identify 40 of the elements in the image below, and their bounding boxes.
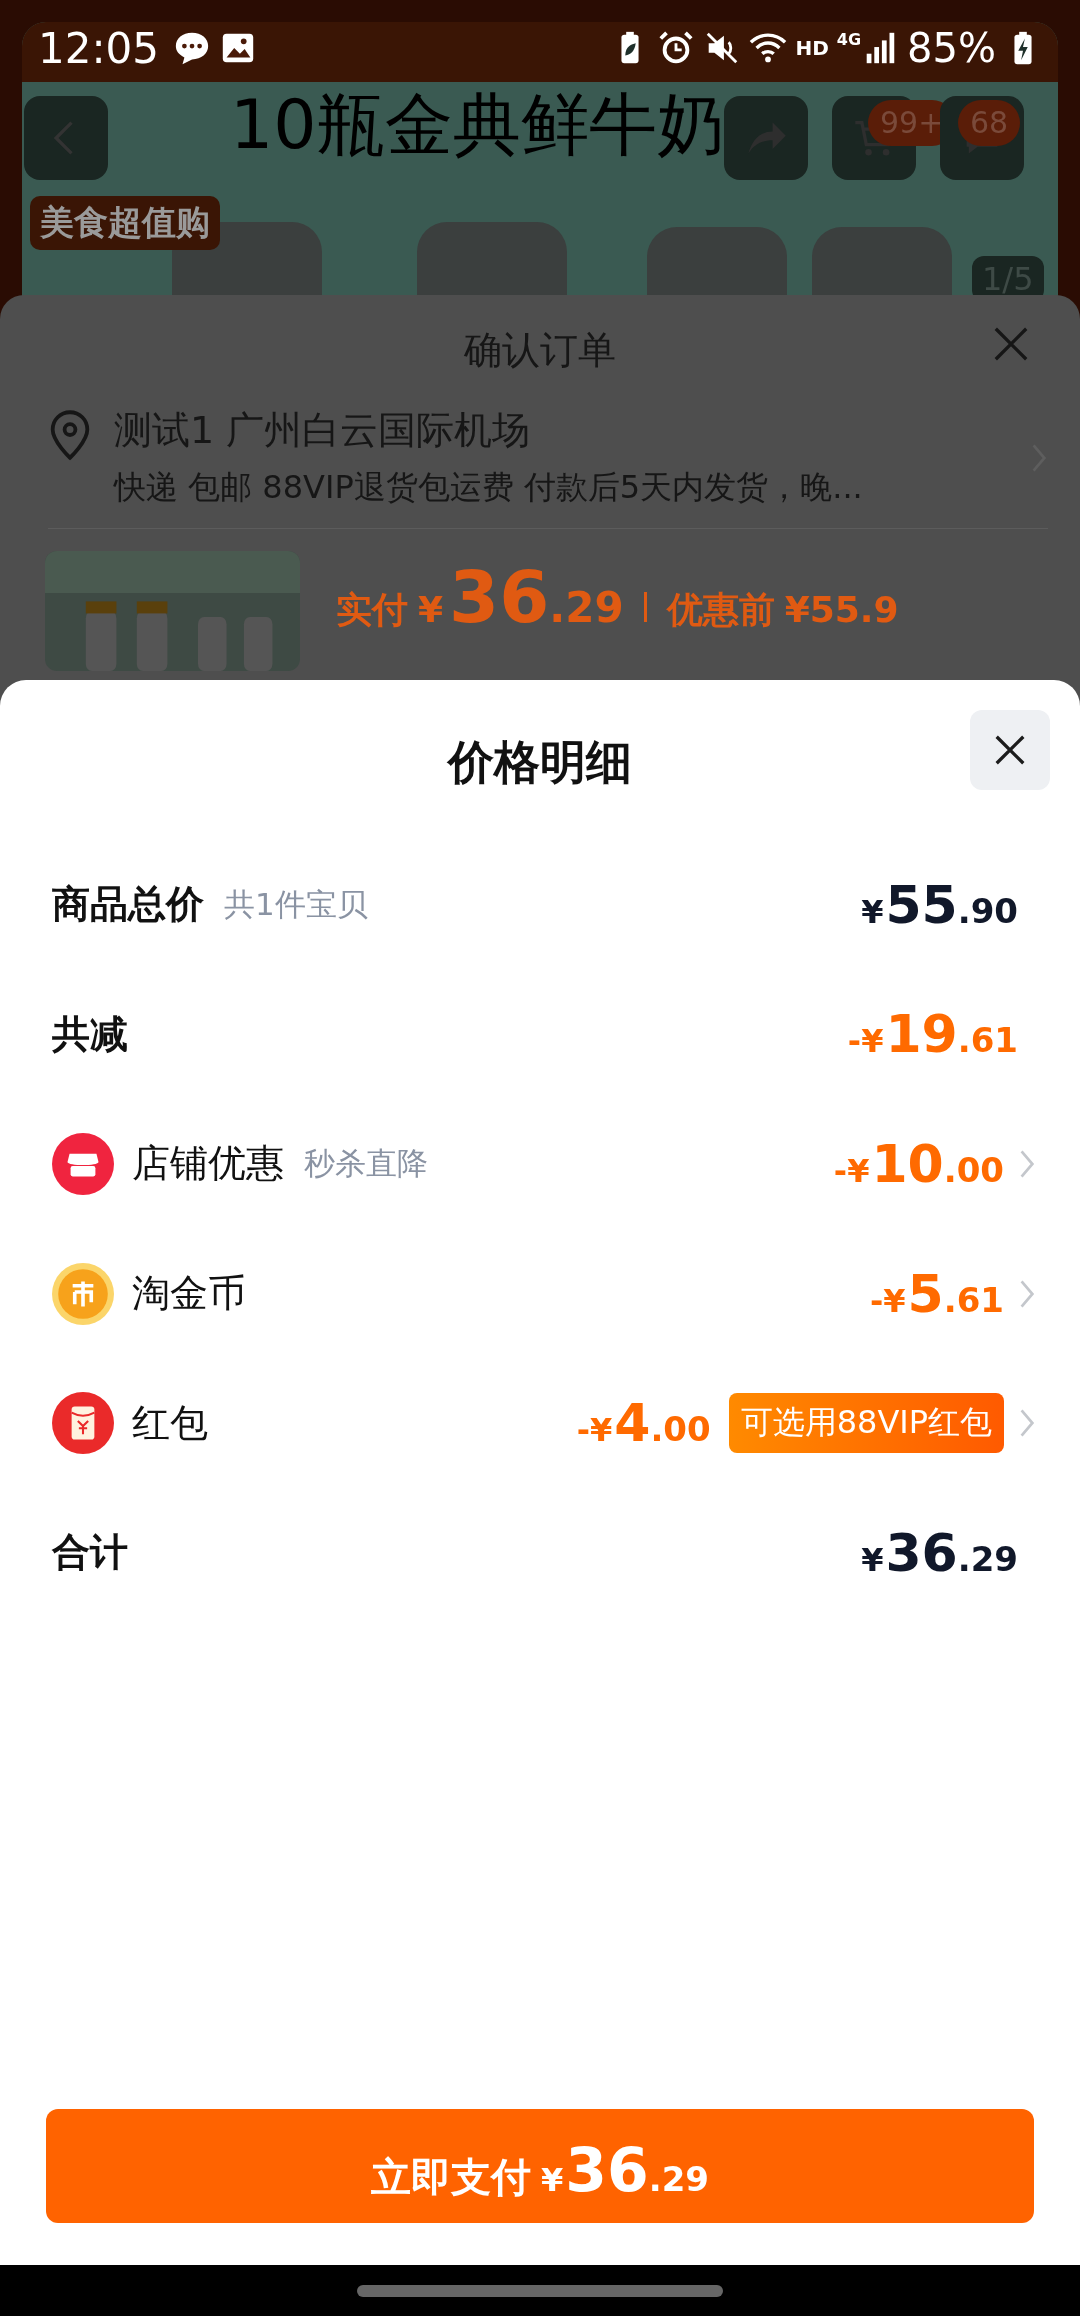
hd-indicator: HD <box>795 36 829 60</box>
product-title: 10瓶金典鲜牛奶 <box>230 84 725 166</box>
close-icon[interactable] <box>992 325 1030 363</box>
paid-price: ¥36.29 <box>418 555 624 639</box>
sheet-title: 确认订单 <box>464 326 616 374</box>
row-label: 合计 <box>52 1529 128 1577</box>
shipping-text: 快递 包邮 88VIP退货包运费 付款后5天内发货，晚... <box>114 467 864 508</box>
address-text: 测试1 广州白云国际机场 <box>114 407 532 454</box>
row-label: 共减 <box>52 1010 128 1058</box>
row-label: 商品总价 <box>52 881 204 929</box>
store-icon <box>52 1133 114 1195</box>
price-amount: -¥5.61 <box>870 1263 1004 1324</box>
paid-label: 实付 <box>336 588 408 632</box>
row-label: 店铺优惠 <box>132 1140 284 1188</box>
status-time: 12:05 <box>38 23 160 73</box>
price-amount: -¥10.00 <box>833 1134 1004 1194</box>
row-note: 秒杀直降 <box>304 1144 428 1183</box>
home-indicator[interactable] <box>357 2284 723 2297</box>
price-amount: -¥4.00 <box>576 1393 711 1454</box>
back-button[interactable] <box>24 96 108 180</box>
battery-percent: 85% <box>907 25 996 71</box>
row-note: 共1件宝贝 <box>224 884 368 924</box>
original-price-label: 优惠前 <box>666 588 775 632</box>
location-pin-icon <box>48 409 92 461</box>
price-amount: ¥36.29 <box>861 1522 1018 1583</box>
share-button[interactable] <box>724 96 808 180</box>
sheet-title: 价格明细 <box>448 734 632 791</box>
address-row[interactable]: 测试1 广州白云国际机场 快递 包邮 88VIP退货包运费 付款后5天内发货，晚... <box>48 405 1048 529</box>
envelope-icon <box>52 1392 114 1455</box>
row-label: 红包 <box>132 1399 208 1447</box>
row-label: 淘金币 <box>132 1270 246 1318</box>
vip-coupon-tag[interactable]: 可选用88VIP红包 <box>728 1393 1004 1454</box>
original-price: ¥55.9 <box>784 589 899 630</box>
pay-button[interactable]: 立即支付 ¥36.29 <box>46 2109 1034 2223</box>
close-button[interactable] <box>970 710 1050 790</box>
price-amount: -¥19.61 <box>847 1004 1018 1065</box>
coin-icon <box>52 1262 114 1325</box>
network-type: 4G <box>836 30 862 49</box>
logo-text: 美食超值购 <box>30 196 220 250</box>
price-amount: ¥55.90 <box>861 874 1018 935</box>
